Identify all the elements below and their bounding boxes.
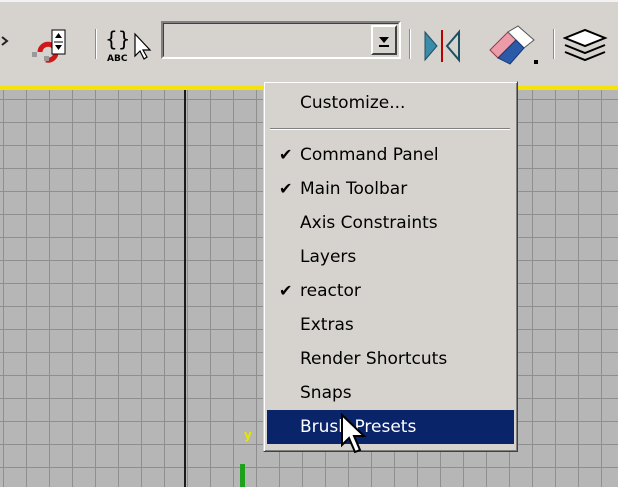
checkmark-icon: ✔ <box>279 145 293 164</box>
menu-item-label: Axis Constraints <box>300 213 438 233</box>
menu-item-axis-constraints[interactable]: Axis Constraints <box>267 206 514 240</box>
menu-item-label: Customize... <box>300 93 406 113</box>
mirror-icon[interactable] <box>419 28 463 64</box>
menu-item-label: Main Toolbar <box>300 179 408 199</box>
svg-text:ABC: ABC <box>107 54 128 64</box>
align-icon[interactable] <box>486 24 542 70</box>
menu-item-label: Command Panel <box>300 145 439 165</box>
menu-item-reactor[interactable]: ✔ reactor <box>267 274 514 308</box>
toolbar-separator <box>95 29 97 59</box>
menu-item-label: reactor <box>300 281 361 301</box>
menu-item-main-toolbar[interactable]: ✔ Main Toolbar <box>267 172 514 206</box>
menu-item-customize[interactable]: Customize... <box>267 86 514 120</box>
toolbar-separator <box>553 29 555 59</box>
y-axis-gizmo <box>240 464 245 487</box>
menu-item-extras[interactable]: Extras <box>267 308 514 342</box>
toolbar-context-menu: Customize... ✔ Command Panel ✔ Main Toolbar… <box>263 81 518 452</box>
menu-item-render-shortcuts[interactable]: Render Shortcuts <box>267 342 514 376</box>
menu-item-command-panel[interactable]: ✔ Command Panel <box>267 138 514 172</box>
partial-icon[interactable] <box>0 35 10 51</box>
combo-dropdown-button[interactable] <box>371 25 397 55</box>
spinner-snap-icon[interactable] <box>24 26 68 64</box>
named-selection-sets-icon[interactable]: {} ABC <box>103 26 157 66</box>
world-axis-line <box>184 90 186 487</box>
main-toolbar: {} ABC <box>0 0 618 86</box>
menu-item-label: Extras <box>300 315 354 335</box>
menu-separator <box>270 128 510 130</box>
mouse-cursor-icon <box>341 412 367 454</box>
menu-item-layers[interactable]: Layers <box>267 240 514 274</box>
layers-icon[interactable] <box>562 28 613 64</box>
menu-item-label: Layers <box>300 247 357 267</box>
chevron-down-icon <box>379 37 389 47</box>
menu-item-snaps[interactable]: Snaps <box>267 376 514 410</box>
named-selection-combo[interactable] <box>161 21 401 59</box>
svg-text:{}: {} <box>105 27 130 51</box>
checkmark-icon: ✔ <box>279 179 293 198</box>
y-axis-label: y <box>244 428 252 442</box>
checkmark-icon: ✔ <box>279 281 293 300</box>
menu-item-brush-presets[interactable]: Brush Presets <box>267 410 514 444</box>
toolbar-separator <box>409 29 411 59</box>
menu-item-label: Snaps <box>300 383 352 403</box>
menu-item-label: Render Shortcuts <box>300 349 448 369</box>
